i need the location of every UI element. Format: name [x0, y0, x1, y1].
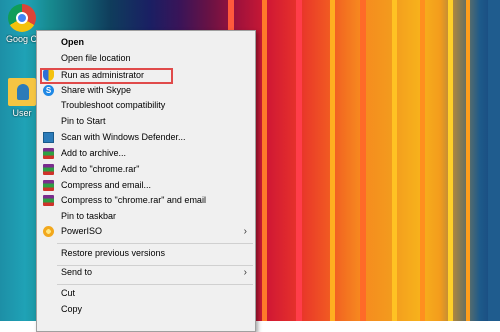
desktop-icon-user[interactable]: User: [6, 78, 38, 118]
menu-item-compress-to-chrome-rar-and-email[interactable]: Compress to "chrome.rar" and email: [37, 193, 255, 208]
menu-item-compress-and-email[interactable]: Compress and email...: [37, 178, 255, 193]
menu-item-label: Share with Skype: [61, 85, 132, 95]
menu-item-label: Open: [61, 37, 85, 47]
menu-item-run-as-administrator[interactable]: Run as administrator: [37, 68, 255, 83]
desktop-icon-label: User: [12, 108, 32, 118]
menu-item-label: Open file location: [61, 53, 131, 63]
winrar-icon: [43, 180, 54, 191]
menu-item-pin-to-start[interactable]: Pin to Start: [37, 114, 255, 129]
menu-item-restore-previous-versions[interactable]: Restore previous versions: [37, 246, 255, 261]
menu-item-label: PowerISO: [61, 226, 103, 236]
menu-item-label: Pin to Start: [61, 116, 106, 126]
menu-item-label: Run as administrator: [61, 70, 145, 80]
chrome-icon: [8, 4, 36, 32]
menu-item-label: Compress to "chrome.rar" and email: [61, 195, 206, 205]
desktop-edge: [488, 0, 500, 321]
uac-shield-icon: [43, 70, 54, 81]
submenu-arrow-icon: ›: [243, 267, 247, 278]
context-menu: Open Open file location Run as administr…: [36, 30, 256, 332]
menu-item-add-to-chrome-rar[interactable]: Add to "chrome.rar": [37, 162, 255, 177]
menu-item-label: Send to: [61, 267, 93, 277]
menu-item-copy[interactable]: Copy: [37, 302, 255, 317]
menu-item-pin-to-taskbar[interactable]: Pin to taskbar: [37, 209, 255, 224]
windows-defender-icon: [43, 132, 54, 143]
menu-item-open-file-location[interactable]: Open file location: [37, 51, 255, 66]
winrar-icon: [43, 148, 54, 159]
user-folder-icon: [8, 78, 36, 106]
menu-item-troubleshoot-compatibility[interactable]: Troubleshoot compatibility: [37, 98, 255, 113]
poweriso-icon: [43, 226, 54, 237]
menu-item-scan-with-windows-defender[interactable]: Scan with Windows Defender...: [37, 130, 255, 145]
menu-item-add-to-archive[interactable]: Add to archive...: [37, 146, 255, 161]
menu-item-label: Add to "chrome.rar": [61, 164, 140, 174]
menu-item-label: Restore previous versions: [61, 248, 166, 258]
menu-item-label: Add to archive...: [61, 148, 127, 158]
winrar-icon: [43, 195, 54, 206]
menu-item-send-to[interactable]: Send to ›: [37, 265, 255, 280]
menu-separator: [57, 243, 253, 244]
menu-item-open[interactable]: Open: [37, 35, 255, 50]
winrar-icon: [43, 164, 54, 175]
desktop-icon-chrome[interactable]: Goog Chrom: [6, 4, 38, 44]
skype-icon: S: [43, 85, 54, 96]
menu-item-label: Cut: [61, 288, 76, 298]
submenu-arrow-icon: ›: [243, 226, 247, 237]
menu-item-poweriso[interactable]: PowerISO ›: [37, 224, 255, 239]
menu-item-label: Compress and email...: [61, 180, 152, 190]
menu-item-share-with-skype[interactable]: S Share with Skype: [37, 83, 255, 98]
menu-item-label: Scan with Windows Defender...: [61, 132, 186, 142]
desktop-icon-label: Goog Chrom: [6, 34, 38, 44]
menu-item-label: Pin to taskbar: [61, 211, 117, 221]
menu-item-label: Copy: [61, 304, 83, 314]
menu-separator: [57, 284, 253, 285]
menu-item-label: Troubleshoot compatibility: [61, 100, 166, 110]
menu-item-cut[interactable]: Cut: [37, 286, 255, 301]
